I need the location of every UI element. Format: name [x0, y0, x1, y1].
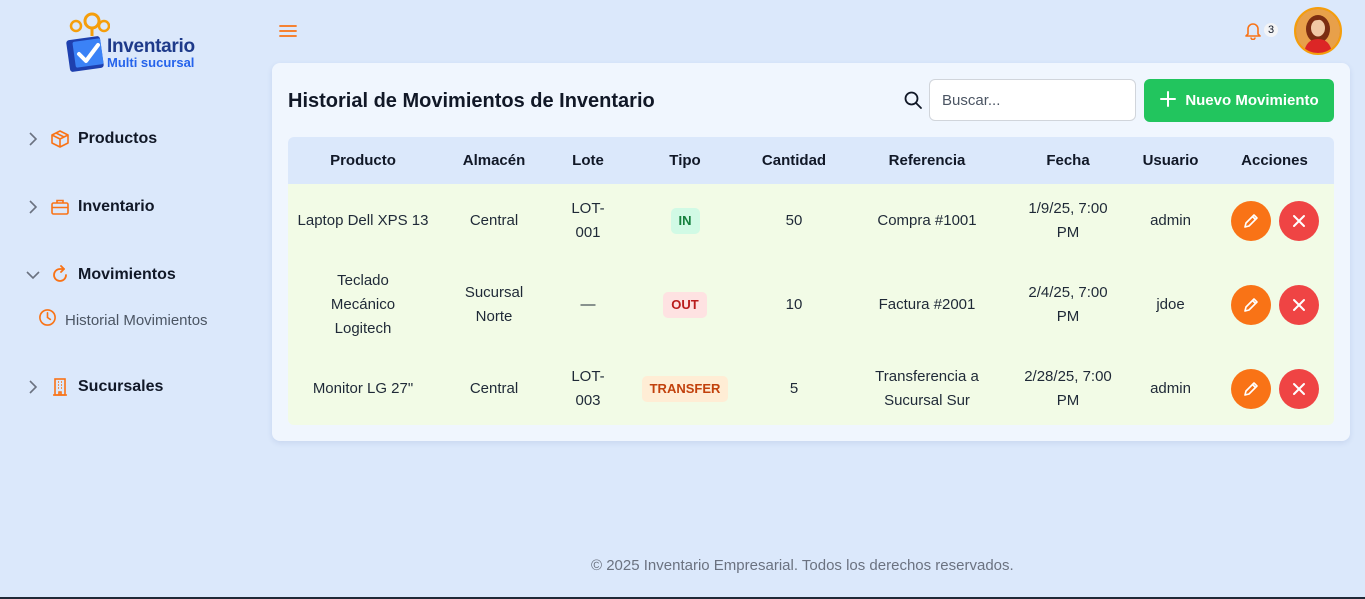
- column-header-acciones: Acciones: [1241, 152, 1308, 169]
- clock-icon: [38, 308, 57, 332]
- cell-fecha: 1/9/25, 7:00 PM: [1028, 200, 1108, 241]
- close-icon: [1292, 299, 1305, 311]
- edit-button[interactable]: [1230, 368, 1271, 409]
- chevron-right-icon: [26, 200, 40, 214]
- cell-acciones: [1215, 258, 1334, 352]
- cell-tipo: IN: [626, 184, 744, 258]
- cell-fecha: 2/4/25, 7:00 PM: [1028, 284, 1108, 325]
- cell-cantidad: 10: [785, 296, 803, 313]
- cell-producto: Monitor LG 27": [312, 379, 414, 397]
- column-header-usuario[interactable]: Usuario: [1126, 137, 1215, 184]
- cell-almacen: Sucursal Norte: [464, 284, 524, 325]
- brand-subtitle: Multi sucursal: [107, 55, 195, 70]
- cell-referencia: Factura #2001: [878, 296, 976, 313]
- cell-acciones: [1215, 184, 1334, 258]
- avatar-image: [1296, 9, 1340, 53]
- sidebar-item-inventario[interactable]: Inventario: [26, 192, 154, 222]
- edit-button[interactable]: [1230, 285, 1271, 325]
- brand-logo[interactable]: Inventario Multi sucursal: [66, 12, 206, 74]
- movements-table: Producto Almacén Lote Tipo Cantidad Refe…: [288, 137, 1334, 425]
- movements-card: Historial de Movimientos de Inventario N…: [272, 63, 1350, 441]
- refresh-icon: [50, 265, 70, 285]
- search-input[interactable]: [929, 79, 1136, 121]
- column-header-cantidad[interactable]: Cantidad: [744, 137, 844, 184]
- column-header-almacen[interactable]: Almacén: [438, 137, 550, 184]
- hamburger-icon: [279, 25, 297, 37]
- table-header-row: Producto Almacén Lote Tipo Cantidad Refe…: [288, 137, 1334, 184]
- cell-usuario: jdoe: [1156, 296, 1185, 313]
- pencil-icon: [1243, 381, 1258, 396]
- page-title: Historial de Movimientos de Inventario: [288, 90, 655, 112]
- delete-button[interactable]: [1278, 368, 1319, 409]
- sidebar-item-productos[interactable]: Productos: [26, 124, 157, 154]
- close-icon: [1292, 382, 1305, 395]
- cell-almacen: Central: [469, 212, 519, 229]
- pencil-icon: [1243, 214, 1258, 228]
- logo-icon: [66, 12, 110, 72]
- footer-copyright: © 2025 Inventario Empresarial. Todos los…: [591, 557, 1014, 574]
- pencil-icon: [1243, 298, 1258, 312]
- chevron-down-icon: [26, 268, 40, 282]
- user-avatar[interactable]: [1294, 7, 1342, 55]
- type-badge: OUT: [663, 292, 707, 318]
- column-header-fecha[interactable]: Fecha: [1010, 137, 1126, 184]
- table-row: Teclado Mecánico Logitech Sucursal Norte…: [288, 258, 1334, 352]
- column-header-lote[interactable]: Lote: [550, 137, 626, 184]
- notification-count-badge: 3: [1264, 23, 1279, 37]
- sidebar-item-label: Movimientos: [78, 266, 176, 283]
- plus-icon: [1159, 89, 1177, 113]
- close-icon: [1292, 215, 1305, 227]
- sidebar: Inventario Multi sucursal Productos Inve…: [0, 0, 260, 599]
- cell-usuario: admin: [1150, 212, 1191, 229]
- sidebar-subitem-historial-movimientos[interactable]: Historial Movimientos: [38, 308, 208, 332]
- cell-almacen: Central: [469, 379, 519, 397]
- column-header-producto[interactable]: Producto: [288, 137, 438, 184]
- bell-icon: [1245, 23, 1261, 40]
- new-movement-label: Nuevo Movimiento: [1185, 92, 1319, 109]
- search-icon[interactable]: [903, 90, 923, 110]
- delete-button[interactable]: [1278, 201, 1319, 241]
- sidebar-item-label: Sucursales: [78, 378, 164, 395]
- cell-referencia: Compra #1001: [877, 212, 977, 229]
- sidebar-item-sucursales[interactable]: Sucursales: [26, 372, 163, 402]
- cell-producto: Laptop Dell XPS 13: [297, 212, 429, 229]
- sidebar-item-label: Inventario: [78, 198, 155, 215]
- column-header-referencia[interactable]: Referencia: [844, 137, 1010, 184]
- sidebar-subitem-label: Historial Movimientos: [65, 311, 208, 329]
- new-movement-button[interactable]: Nuevo Movimiento: [1144, 79, 1334, 122]
- cell-acciones: [1215, 352, 1334, 425]
- table-row: Laptop Dell XPS 13 Central LOT-001 IN 50…: [288, 184, 1334, 258]
- cell-tipo: OUT: [626, 258, 744, 352]
- menu-toggle-button[interactable]: [278, 22, 298, 40]
- briefcase-icon: [50, 197, 70, 217]
- chevron-right-icon: [26, 380, 40, 394]
- cell-lote: LOT-003: [571, 367, 605, 409]
- table-row: Monitor LG 27" Central LOT-003 TRANSFER …: [288, 352, 1334, 425]
- sidebar-item-movimientos[interactable]: Movimientos: [26, 260, 176, 290]
- notifications-button[interactable]: 3: [1243, 20, 1279, 40]
- column-header-tipo[interactable]: Tipo: [626, 137, 744, 184]
- cell-usuario: admin: [1150, 379, 1191, 397]
- building-icon: [50, 377, 70, 397]
- type-badge: TRANSFER: [641, 375, 729, 402]
- edit-button[interactable]: [1230, 201, 1271, 241]
- cell-lote: —: [580, 296, 596, 313]
- box-icon: [50, 129, 70, 149]
- type-badge: IN: [670, 208, 700, 234]
- cell-producto: Teclado Mecánico Logitech: [330, 272, 396, 337]
- cell-referencia: Transferencia a Sucursal Sur: [875, 367, 979, 409]
- cell-cantidad: 5: [789, 379, 799, 397]
- cell-cantidad: 50: [785, 212, 803, 229]
- cell-fecha: 2/28/25, 7:00 PM: [1024, 367, 1112, 409]
- delete-button[interactable]: [1278, 285, 1319, 325]
- cell-tipo: TRANSFER: [626, 352, 744, 425]
- chevron-right-icon: [26, 132, 40, 146]
- cell-lote: LOT-001: [571, 200, 605, 241]
- sidebar-item-label: Productos: [78, 130, 158, 147]
